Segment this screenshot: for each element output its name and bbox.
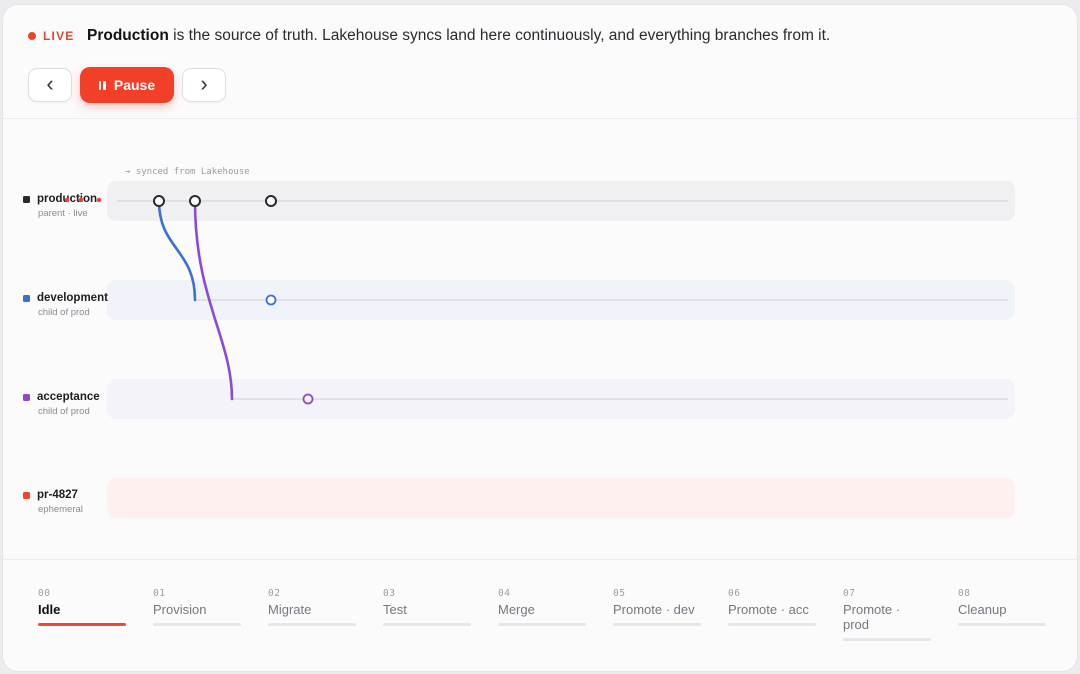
step-progress-bar — [268, 623, 356, 626]
development-branch-curve — [157, 199, 197, 302]
step-cleanup[interactable]: 08 Cleanup — [958, 588, 1046, 626]
step-label: Promote · acc — [728, 602, 809, 617]
step-number: 07 — [843, 588, 856, 599]
step-progress-bar — [958, 623, 1046, 626]
headline-bold: Production — [87, 27, 169, 44]
step-label: Merge — [498, 602, 535, 617]
step-label: Cleanup — [958, 602, 1007, 617]
development-commit — [265, 294, 277, 306]
step-migrate[interactable]: 02 Migrate — [268, 588, 356, 626]
sync-pulse-dot — [96, 197, 102, 203]
step-label: Migrate — [268, 602, 312, 617]
pipeline-card: LIVE Production is the source of truth. … — [2, 4, 1078, 672]
step-label: Promote · dev — [613, 602, 695, 617]
header: LIVE Production is the source of truth. … — [3, 5, 1077, 119]
step-promote-dev[interactable]: 05 Promote · dev — [613, 588, 701, 626]
pause-label: Pause — [113, 77, 156, 93]
production-commit — [153, 195, 165, 207]
sync-pulse-dot — [64, 197, 70, 203]
step-promote-prod[interactable]: 07 Promote · prod — [843, 588, 931, 641]
step-label: Idle — [38, 602, 61, 617]
step-number: 08 — [958, 588, 971, 599]
pause-button[interactable]: Pause — [80, 67, 174, 103]
step-progress-bar — [38, 623, 126, 626]
production-commit — [265, 195, 277, 207]
step-progress-bar — [153, 623, 241, 626]
previous-button[interactable]: ‹ — [28, 68, 72, 102]
step-progress-bar — [728, 623, 816, 626]
step-number: 04 — [498, 588, 511, 599]
step-promote-acc[interactable]: 06 Promote · acc — [728, 588, 816, 626]
step-number: 01 — [153, 588, 166, 599]
step-timeline: 00 Idle 01 Provision 02 Migrate 03 Test … — [3, 559, 1077, 671]
branch-lines — [64, 195, 1008, 405]
step-label: Provision — [153, 602, 207, 617]
step-merge[interactable]: 04 Merge — [498, 588, 586, 626]
next-button[interactable]: › — [182, 68, 226, 102]
step-provision[interactable]: 01 Provision — [153, 588, 241, 626]
step-number: 00 — [38, 588, 51, 599]
live-indicator: LIVE — [28, 29, 74, 43]
step-number: 03 — [383, 588, 396, 599]
headline-text: is the source of truth. Lakehouse syncs … — [168, 27, 831, 44]
step-label: Test — [383, 602, 407, 617]
step-number: 02 — [268, 588, 281, 599]
step-label: Promote · prod — [843, 602, 901, 632]
step-idle[interactable]: 00 Idle — [38, 588, 126, 626]
pause-icon — [98, 80, 106, 90]
step-description: Production is the source of truth. Lakeh… — [87, 27, 830, 45]
live-label: LIVE — [43, 29, 75, 43]
step-progress-bar — [383, 623, 471, 626]
branch-graph: → synced from Lakehouse production paren… — [3, 119, 1077, 559]
step-number: 06 — [728, 588, 741, 599]
step-progress-bar — [613, 623, 701, 626]
step-test[interactable]: 03 Test — [383, 588, 471, 626]
production-commit — [189, 195, 201, 207]
playback-controls: ‹ Pause › — [28, 67, 226, 103]
sync-pulse-dot — [78, 197, 84, 203]
live-dot-icon — [28, 32, 36, 40]
step-progress-bar — [498, 623, 586, 626]
acceptance-commit — [302, 393, 314, 405]
step-number: 05 — [613, 588, 626, 599]
step-progress-bar — [843, 638, 931, 641]
chevron-left-icon: ‹ — [46, 71, 54, 96]
chevron-right-icon: › — [200, 71, 208, 96]
